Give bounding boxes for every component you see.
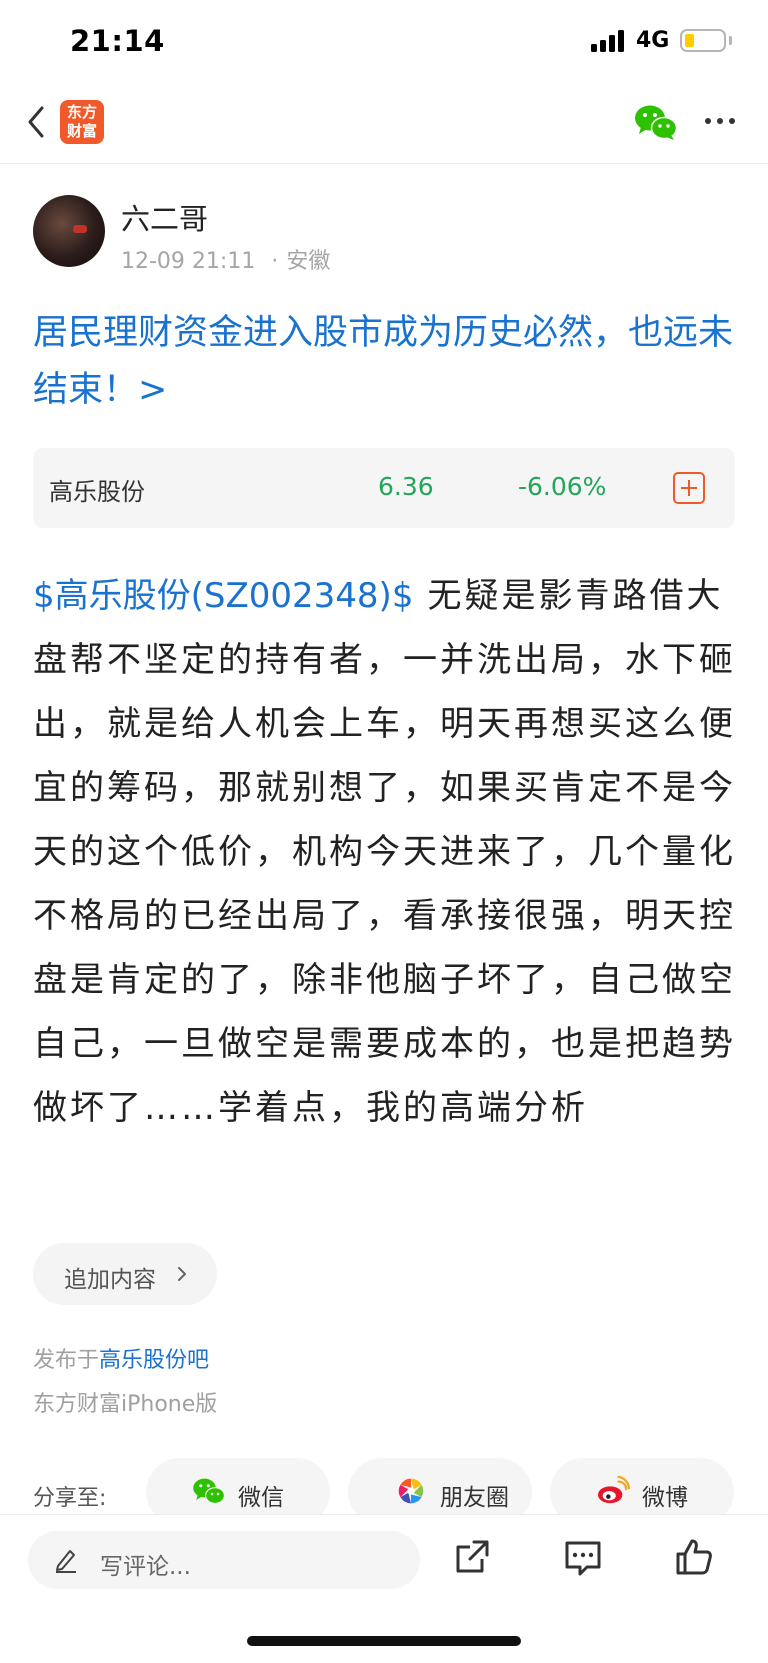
chevron-right-icon <box>178 1267 186 1281</box>
comment-input[interactable]: 写评论... <box>28 1531 420 1589</box>
like-icon[interactable] <box>674 1537 714 1577</box>
app-logo[interactable]: 东方财富 <box>60 100 104 144</box>
share-label: 分享至: <box>33 1486 107 1511</box>
published-in: 发布于高乐股份吧 <box>33 1342 209 1374</box>
stock-price: 6.36 <box>378 472 434 501</box>
post-detail-screen: 21:14 4G 东方财富 六二哥 12-09 21:11 · 安徽 居民理财资金进… <box>0 0 768 1663</box>
append-content-button[interactable]: 追加内容 <box>33 1243 217 1305</box>
meta-dot: · <box>271 249 279 274</box>
status-time: 21:14 <box>70 24 165 58</box>
post-headline[interactable]: 居民理财资金进入股市成为历史必然，也远未结束！> <box>33 305 733 419</box>
stock-quote-card[interactable]: 高乐股份 6.36 -6.06% <box>33 448 735 528</box>
share-wechat-label: 微信 <box>238 1485 284 1511</box>
more-icon[interactable] <box>703 118 739 126</box>
weibo-icon <box>598 1476 630 1504</box>
post-location: 安徽 <box>286 249 331 274</box>
comment-icon[interactable] <box>563 1537 603 1577</box>
stock-link[interactable]: $高乐股份(SZ002348)$ <box>33 576 413 616</box>
moments-icon <box>398 1478 424 1504</box>
share-icon[interactable] <box>452 1537 492 1577</box>
status-bar: 21:14 4G <box>0 0 768 86</box>
avatar[interactable] <box>33 195 105 267</box>
back-icon[interactable] <box>22 102 52 142</box>
forum-link[interactable]: 高乐股份吧 <box>99 1348 209 1373</box>
post-body: $高乐股份(SZ002348)$ 无疑是影青路借大盘帮不坚定的持有者，一并洗出局，… <box>33 564 739 1140</box>
wechat-icon[interactable] <box>634 102 678 142</box>
post-text: 无疑是影青路借大盘帮不坚定的持有者，一并洗出局，水下砸出，就是给人机会上车，明天… <box>33 576 736 1128</box>
home-indicator <box>247 1636 521 1646</box>
stock-change: -6.06% <box>518 472 607 501</box>
battery-cap <box>729 36 732 45</box>
signal-icon <box>591 30 625 52</box>
wechat-icon <box>193 1478 225 1504</box>
network-type: 4G <box>636 28 670 53</box>
nav-bar: 东方财富 <box>0 86 768 164</box>
share-weibo-label: 微博 <box>642 1485 688 1511</box>
share-moments-label: 朋友圈 <box>440 1485 509 1511</box>
post-meta: 12-09 21:11 · 安徽 <box>121 243 330 275</box>
published-prefix: 发布于 <box>33 1348 100 1373</box>
stock-name: 高乐股份 <box>49 478 145 506</box>
client-source: 东方财富iPhone版 <box>33 1392 218 1417</box>
battery-icon <box>680 29 726 52</box>
comment-placeholder: 写评论... <box>100 1554 191 1580</box>
author-name[interactable]: 六二哥 <box>121 196 208 238</box>
pen-icon <box>56 1550 76 1573</box>
append-label: 追加内容 <box>64 1267 156 1293</box>
post-time: 12-09 21:11 <box>121 249 256 274</box>
add-watchlist-icon[interactable] <box>673 472 705 504</box>
